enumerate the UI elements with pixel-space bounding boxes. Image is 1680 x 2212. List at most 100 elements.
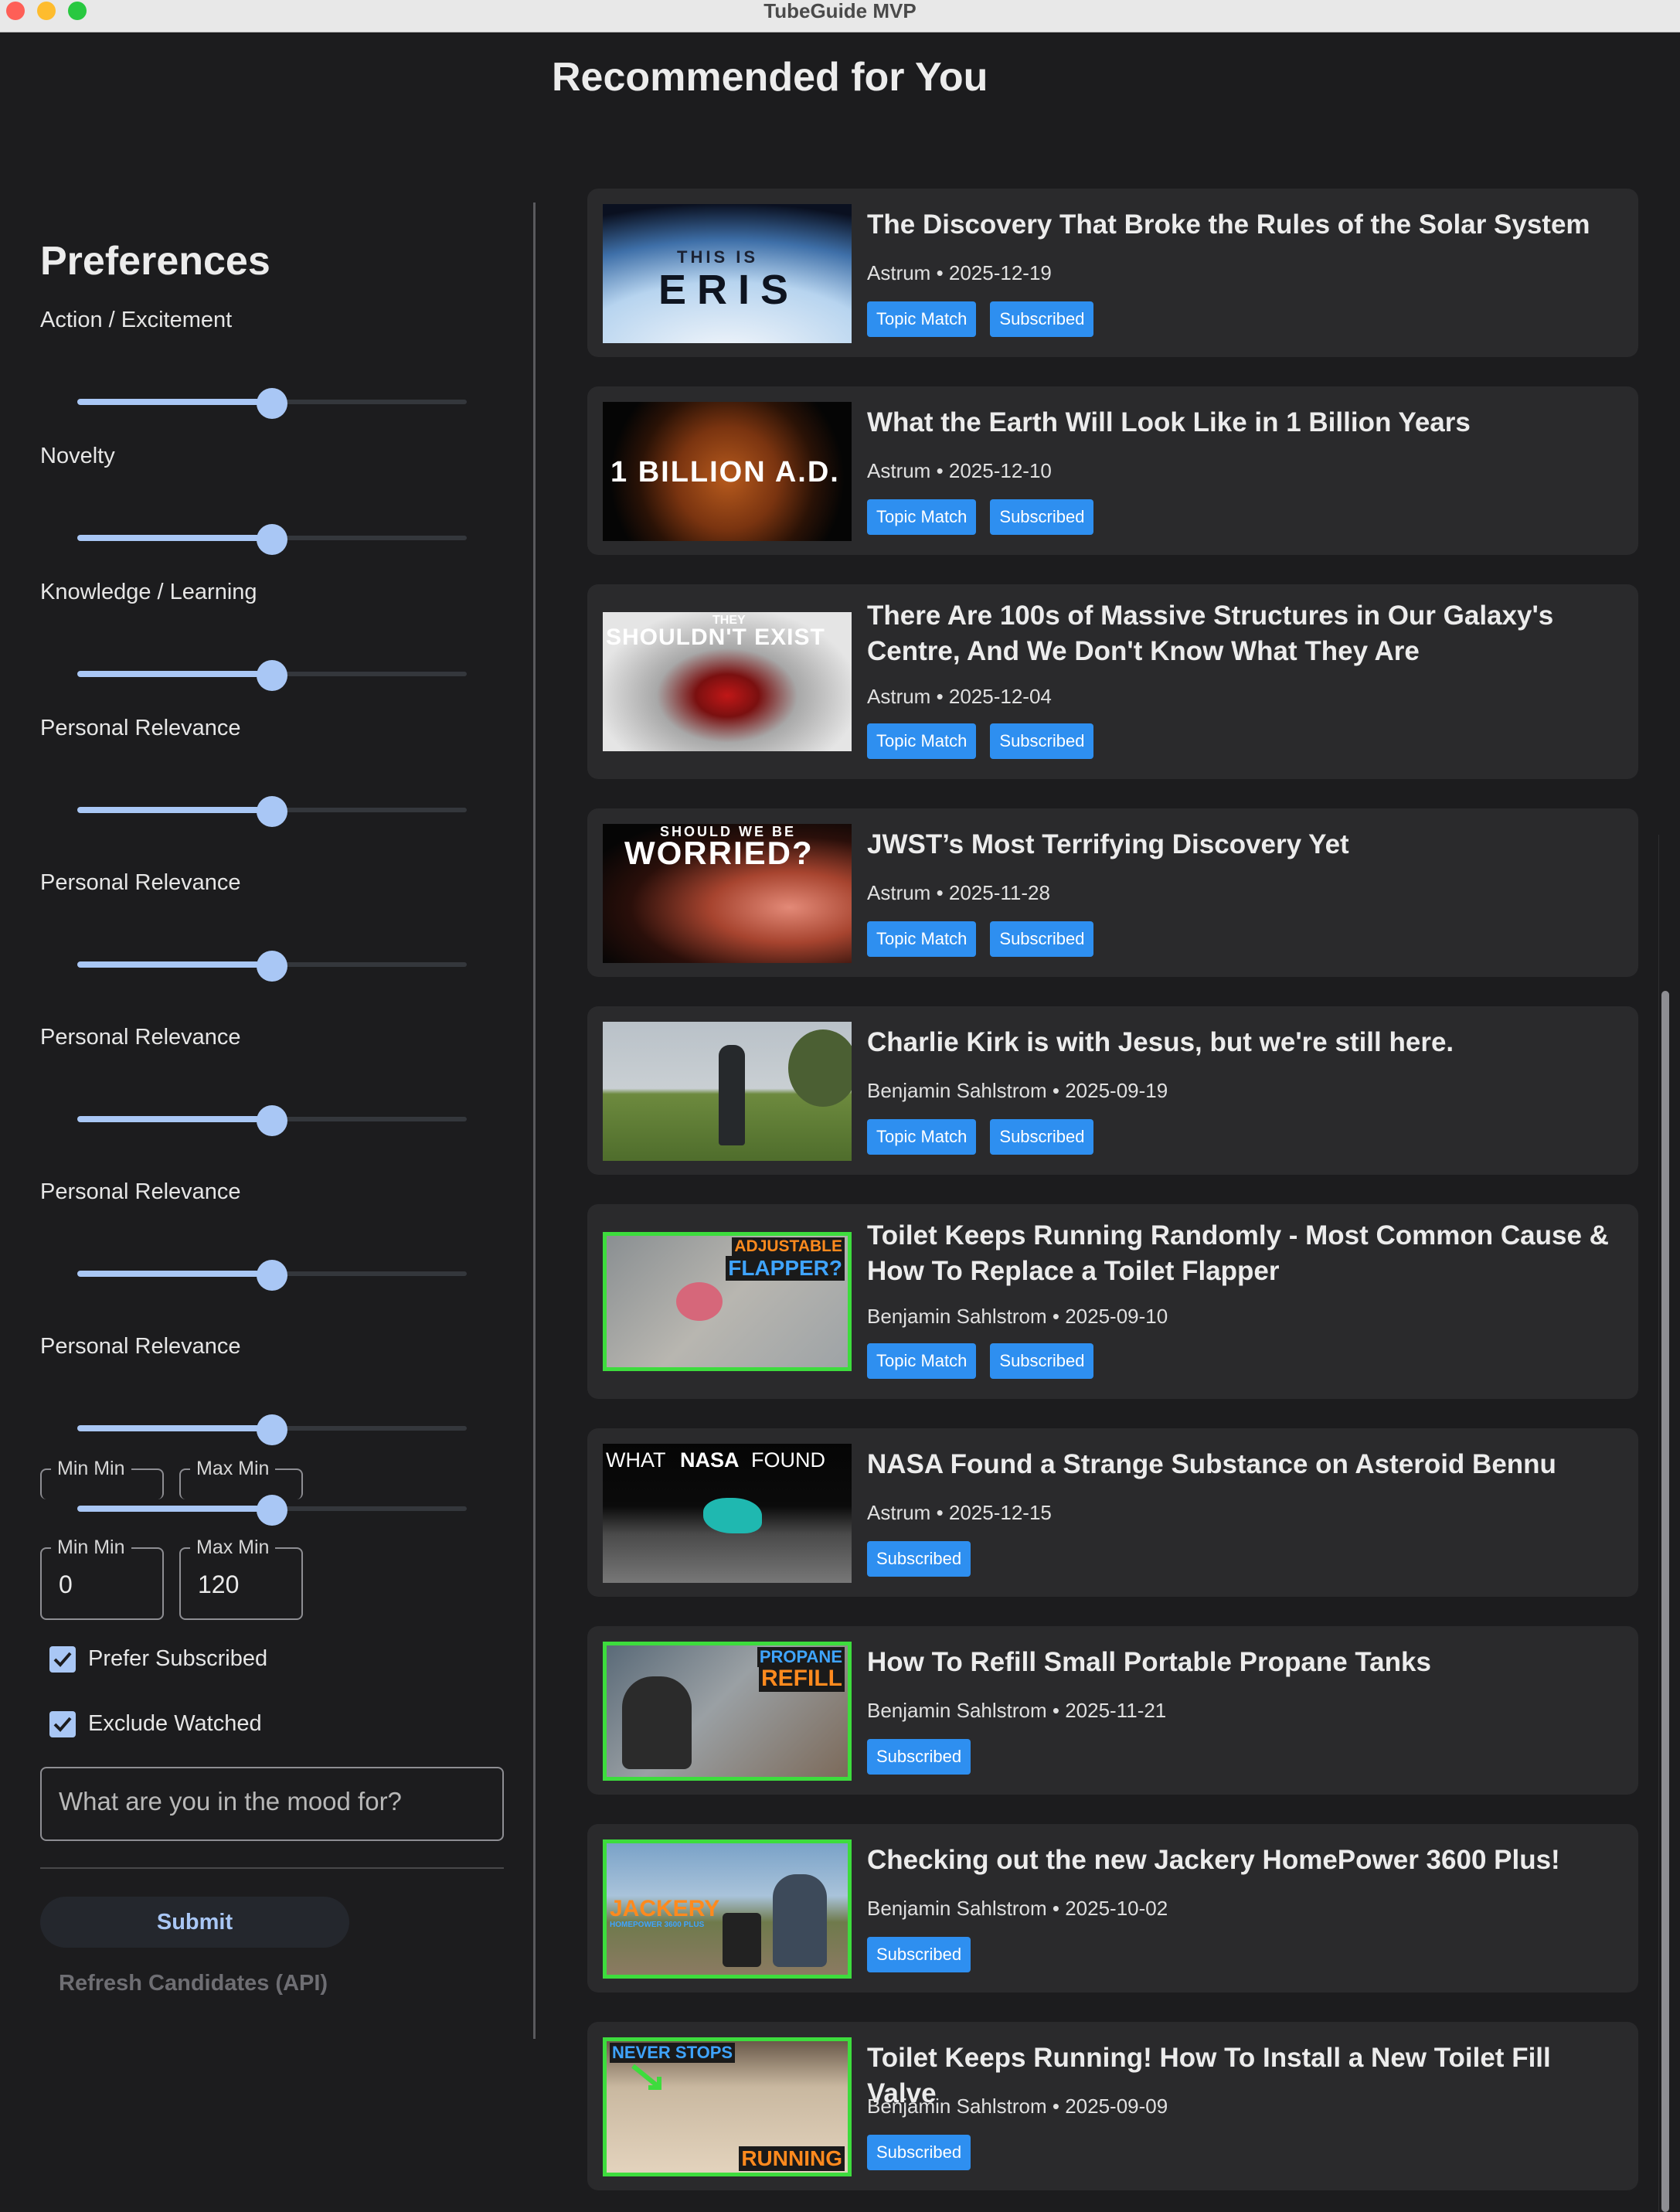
video-thumbnail[interactable] <box>603 1022 852 1161</box>
video-title[interactable]: NASA Found a Strange Substance on Astero… <box>867 1447 1624 1482</box>
slider-thumb[interactable] <box>257 1414 287 1445</box>
video-title[interactable]: There Are 100s of Massive Structures in … <box>867 598 1624 669</box>
video-thumbnail[interactable]: 1 BILLION A.D. <box>603 402 852 541</box>
video-title[interactable]: Checking out the new Jackery HomePower 3… <box>867 1843 1624 1878</box>
refresh-candidates-button[interactable]: Refresh Candidates (API) <box>59 1971 328 1996</box>
video-card[interactable]: SHOULD WE BE WORRIED? JWST’s Most Terrif… <box>587 808 1638 977</box>
slider-thumb[interactable] <box>257 388 287 419</box>
topic-match-badge: Topic Match <box>867 921 977 957</box>
subscribed-badge: Subscribed <box>867 1739 971 1775</box>
slider-label-relevance-5: Personal Relevance <box>40 1334 241 1359</box>
video-card[interactable]: JACKERY HOMEPOWER 3600 PLUS Checking out… <box>587 1824 1638 1993</box>
ghost-max-label: Max Min <box>190 1458 276 1480</box>
slider-label-action: Action / Excitement <box>40 308 233 332</box>
thumbnail-text: THIS IS <box>677 247 759 267</box>
slider-thumb[interactable] <box>257 524 287 555</box>
slider-personal-relevance-2[interactable] <box>77 951 467 982</box>
min-minutes-value[interactable]: 0 <box>59 1571 73 1599</box>
badge-group: Subscribed <box>867 1541 985 1577</box>
slider-thumb[interactable] <box>257 796 287 827</box>
slider-thumb[interactable] <box>257 660 287 691</box>
subscribed-badge: Subscribed <box>990 499 1094 535</box>
video-card[interactable]: 1 BILLION A.D. What the Earth Will Look … <box>587 386 1638 555</box>
video-thumbnail[interactable]: THEY SHOULDN'T EXIST <box>603 612 852 751</box>
video-title[interactable]: JWST’s Most Terrifying Discovery Yet <box>867 827 1624 863</box>
video-thumbnail[interactable]: JACKERY HOMEPOWER 3600 PLUS <box>603 1839 852 1979</box>
slider-label-relevance-4: Personal Relevance <box>40 1179 241 1204</box>
slider-thumb[interactable] <box>257 1105 287 1136</box>
video-meta: Benjamin Sahlstrom • 2025-09-19 <box>867 1079 1168 1102</box>
slider-thumb[interactable] <box>257 1260 287 1291</box>
person-figure <box>622 1676 692 1769</box>
badge-group: Topic Match Subscribed <box>867 723 1107 759</box>
mood-field[interactable] <box>40 1767 504 1841</box>
video-title[interactable]: Charlie Kirk is with Jesus, but we're st… <box>867 1025 1624 1060</box>
slider-personal-relevance-5[interactable] <box>77 1414 467 1445</box>
video-title[interactable]: How To Refill Small Portable Propane Tan… <box>867 1645 1624 1680</box>
slider-personal-relevance-4[interactable] <box>77 1260 467 1291</box>
slider-thumb[interactable] <box>257 951 287 982</box>
slider-label-knowledge: Knowledge / Learning <box>40 580 257 604</box>
window-title: TubeGuide MVP <box>763 0 917 22</box>
slider-personal-relevance-1[interactable] <box>77 796 467 827</box>
exclude-watched-label: Exclude Watched <box>88 1711 262 1736</box>
video-meta: Astrum • 2025-12-10 <box>867 459 1052 482</box>
slider-fill <box>77 535 272 541</box>
slider-personal-relevance-3[interactable] <box>77 1105 467 1136</box>
tree-shape <box>788 1029 852 1107</box>
min-minutes-label: Min Min <box>51 1536 131 1559</box>
video-meta: Astrum • 2025-12-19 <box>867 261 1052 284</box>
video-meta: Benjamin Sahlstrom • 2025-10-02 <box>867 1897 1168 1920</box>
video-thumbnail[interactable]: THIS IS ERIS <box>603 204 852 343</box>
topic-match-badge: Topic Match <box>867 723 977 759</box>
video-card[interactable]: THEY SHOULDN'T EXIST There Are 100s of M… <box>587 584 1638 779</box>
slider-fill <box>77 961 272 968</box>
max-minutes-field[interactable]: Max Min 120 <box>179 1536 303 1620</box>
video-card[interactable]: Charlie Kirk is with Jesus, but we're st… <box>587 1006 1638 1175</box>
video-title[interactable]: The Discovery That Broke the Rules of th… <box>867 207 1624 243</box>
preferences-heading: Preferences <box>40 239 270 284</box>
max-minutes-value[interactable]: 120 <box>198 1571 239 1599</box>
checkmark-icon <box>53 1717 72 1732</box>
video-title[interactable]: What the Earth Will Look Like in 1 Billi… <box>867 405 1624 441</box>
topic-match-badge: Topic Match <box>867 499 977 535</box>
submit-button[interactable]: Submit <box>40 1897 349 1948</box>
subscribed-badge: Subscribed <box>990 1343 1094 1379</box>
subscribed-badge: Subscribed <box>990 1119 1094 1155</box>
slider-thumb[interactable] <box>257 1495 287 1526</box>
video-card[interactable]: ADJUSTABLE FLAPPER? Toilet Keeps Running… <box>587 1204 1638 1399</box>
thumbnail-text: REFILL <box>759 1666 845 1692</box>
page-title: Recommended for You <box>552 55 988 100</box>
crystal-shape <box>703 1498 762 1533</box>
mood-input[interactable] <box>59 1787 484 1816</box>
video-card[interactable]: WHAT NASA FOUND NASA Found a Strange Sub… <box>587 1428 1638 1597</box>
thumbnail-text: FOUND <box>751 1448 825 1472</box>
video-card[interactable]: THIS IS ERIS The Discovery That Broke th… <box>587 189 1638 357</box>
video-title[interactable]: Toilet Keeps Running Randomly - Most Com… <box>867 1218 1624 1289</box>
slider-action-excitement[interactable] <box>77 388 467 419</box>
ghost-min-field: Min Min <box>40 1458 164 1499</box>
slider-novelty[interactable] <box>77 524 467 555</box>
video-thumbnail[interactable]: ADJUSTABLE FLAPPER? <box>603 1232 852 1371</box>
video-card[interactable]: PROPANE REFILL How To Refill Small Porta… <box>587 1626 1638 1795</box>
power-station-shape <box>723 1913 761 1967</box>
person-figure <box>719 1045 745 1145</box>
ghost-max-field: Max Min <box>179 1458 303 1499</box>
video-thumbnail[interactable]: PROPANE REFILL <box>603 1642 852 1781</box>
subscribed-badge: Subscribed <box>990 723 1094 759</box>
preferences-sidebar: Preferences Action / Excitement Novelty … <box>40 32 504 2212</box>
prefer-subscribed-checkbox[interactable] <box>49 1646 76 1673</box>
slider-fill <box>77 807 272 813</box>
subscribed-badge: Subscribed <box>990 921 1094 957</box>
video-thumbnail[interactable]: NEVER STOPS RUNNING <box>603 2037 852 2176</box>
slider-knowledge-learning[interactable] <box>77 660 467 691</box>
exclude-watched-checkbox[interactable] <box>49 1711 76 1737</box>
feed-scrollbar-thumb[interactable] <box>1661 991 1669 2212</box>
video-card[interactable]: NEVER STOPS RUNNING Toilet Keeps Running… <box>587 2022 1638 2190</box>
min-minutes-field[interactable]: Min Min 0 <box>40 1536 164 1620</box>
badge-group: Subscribed <box>867 2135 985 2170</box>
badge-group: Topic Match Subscribed <box>867 1119 1107 1155</box>
thumbnail-text: NASA <box>680 1448 740 1472</box>
video-thumbnail[interactable]: WHAT NASA FOUND <box>603 1444 852 1583</box>
video-thumbnail[interactable]: SHOULD WE BE WORRIED? <box>603 824 852 963</box>
